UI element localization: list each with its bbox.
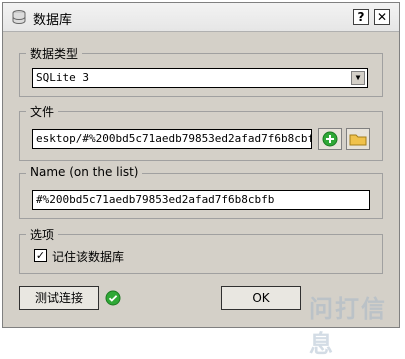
window-title: 数据库 — [33, 13, 73, 28]
connection-ok-icon — [105, 290, 121, 306]
options-legend: 选项 — [26, 226, 59, 243]
ok-button[interactable]: OK — [221, 286, 301, 310]
file-group: 文件 esktop/#%200bd5c71aedb79853ed2afad7f6… — [19, 103, 383, 161]
open-folder-button[interactable] — [346, 128, 370, 150]
options-group: 选项 ✓ 记住该数据库 — [19, 226, 383, 274]
help-button[interactable]: ? — [353, 9, 369, 25]
name-group: Name (on the list) #%200bd5c71aedb79853e… — [19, 165, 383, 219]
db-type-select[interactable]: SQLite 3 ▼ — [32, 68, 368, 88]
remember-label: 记住该数据库 — [52, 250, 125, 264]
close-button[interactable]: ✕ — [374, 9, 390, 25]
remember-checkbox[interactable]: ✓ — [34, 249, 47, 262]
file-path-input[interactable]: esktop/#%200bd5c71aedb79853ed2afad7f6b8c… — [32, 129, 312, 149]
db-type-legend: 数据类型 — [26, 45, 83, 62]
db-type-group: 数据类型 SQLite 3 ▼ — [19, 45, 383, 97]
name-input[interactable]: #%200bd5c71aedb79853ed2afad7f6b8cbfb — [32, 190, 370, 210]
database-icon — [12, 10, 26, 25]
file-legend: 文件 — [26, 103, 59, 120]
add-file-button[interactable] — [318, 128, 342, 150]
db-type-selected: SQLite 3 — [36, 71, 89, 84]
name-legend: Name (on the list) — [26, 165, 143, 179]
dropdown-arrow-icon[interactable]: ▼ — [351, 71, 365, 85]
database-dialog: 数据库 ? ✕ 数据类型 SQLite 3 ▼ 文件 esktop/#%200b… — [2, 2, 400, 358]
plus-icon — [322, 131, 338, 147]
title-bar[interactable]: 数据库 ? ✕ — [3, 3, 399, 32]
test-connection-button[interactable]: 测试连接 — [19, 286, 99, 310]
folder-icon — [349, 134, 367, 146]
watermark: 问打信息 — [309, 295, 387, 358]
